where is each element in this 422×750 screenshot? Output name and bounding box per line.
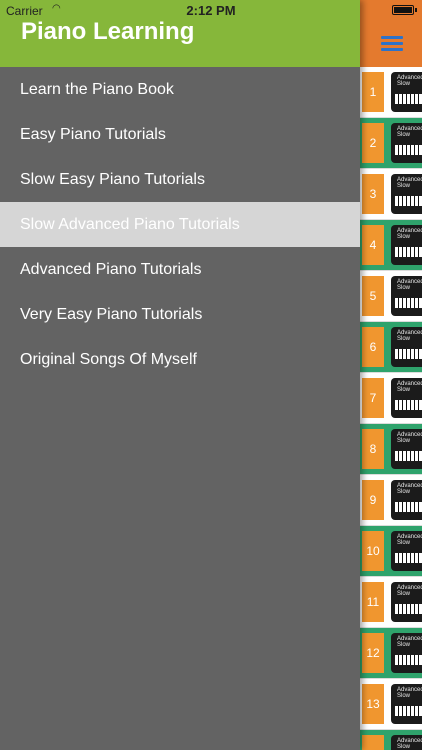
menu-item[interactable]: Slow Easy Piano Tutorials bbox=[0, 157, 360, 202]
side-menu: Piano Learning Learn the Piano Book Easy … bbox=[0, 0, 360, 750]
item-number: 10 bbox=[362, 531, 384, 571]
piano-keys-icon bbox=[395, 706, 422, 716]
piano-keys-icon bbox=[395, 553, 422, 563]
thumbnail-text: Advanced Slow bbox=[397, 279, 422, 291]
item-number: 5 bbox=[362, 276, 384, 316]
status-bar: Carrier ◠ 2:12 PM bbox=[0, 0, 422, 20]
item-number: 8 bbox=[362, 429, 384, 469]
menu-item[interactable]: Very Easy Piano Tutorials bbox=[0, 292, 360, 337]
thumbnail-text: Advanced Slow bbox=[397, 228, 422, 240]
video-thumbnail: Advanced Slow bbox=[391, 174, 422, 214]
list-item[interactable]: 11 Advanced Slow bbox=[360, 577, 422, 628]
tutorial-list: 1 Advanced Slow 2 Advanced Slow 3 Advanced Sl… bbox=[360, 67, 422, 750]
video-thumbnail: Advanced Slow bbox=[391, 378, 422, 418]
piano-keys-icon bbox=[395, 298, 422, 308]
battery-tip-icon bbox=[415, 8, 417, 12]
piano-keys-icon bbox=[395, 655, 422, 665]
menu-item-label: Slow Easy Piano Tutorials bbox=[20, 170, 205, 188]
list-item[interactable]: 6 Advanced Slow bbox=[360, 322, 422, 373]
app-title: Piano Learning bbox=[21, 18, 195, 45]
item-number: 7 bbox=[362, 378, 384, 418]
list-item[interactable]: 2 Advanced Slow bbox=[360, 118, 422, 169]
piano-keys-icon bbox=[395, 247, 422, 257]
menu-item-label: Learn the Piano Book bbox=[20, 80, 174, 98]
list-item[interactable]: 13 Advanced Slow bbox=[360, 679, 422, 730]
hamburger-menu-icon[interactable] bbox=[381, 36, 403, 52]
item-number: 11 bbox=[362, 582, 384, 622]
list-item[interactable]: 12 Advanced Slow bbox=[360, 628, 422, 679]
piano-keys-icon bbox=[395, 349, 422, 359]
item-number: 2 bbox=[362, 123, 384, 163]
thumbnail-text: Advanced Slow bbox=[397, 381, 422, 393]
thumbnail-text: Advanced Slow bbox=[397, 75, 422, 87]
menu-item[interactable]: Advanced Piano Tutorials bbox=[0, 247, 360, 292]
piano-keys-icon bbox=[395, 196, 422, 206]
item-number: 13 bbox=[362, 684, 384, 724]
item-number: 12 bbox=[362, 633, 384, 673]
item-number: 3 bbox=[362, 174, 384, 214]
list-item[interactable]: 3 Advanced Slow bbox=[360, 169, 422, 220]
list-item[interactable]: 8 Advanced Slow bbox=[360, 424, 422, 475]
thumbnail-text: Advanced Slow bbox=[397, 687, 422, 699]
menu-item[interactable]: Learn the Piano Book bbox=[0, 67, 360, 112]
thumbnail-text: Advanced Slow bbox=[397, 483, 422, 495]
item-number: 6 bbox=[362, 327, 384, 367]
menu-item-label: Original Songs Of Myself bbox=[20, 350, 197, 368]
video-thumbnail: Advanced Slow bbox=[391, 735, 422, 750]
menu-list: Learn the Piano Book Easy Piano Tutorials… bbox=[0, 67, 360, 382]
item-number: 14 bbox=[362, 735, 384, 750]
thumbnail-text: Advanced Slow bbox=[397, 534, 422, 546]
thumbnail-text: Advanced Slow bbox=[397, 636, 422, 648]
item-number: 1 bbox=[362, 72, 384, 112]
background-screen: 1 Advanced Slow 2 Advanced Slow 3 Advanced Sl… bbox=[360, 0, 422, 750]
video-thumbnail: Advanced Slow bbox=[391, 429, 422, 469]
battery-icon bbox=[392, 5, 414, 15]
list-item[interactable]: 7 Advanced Slow bbox=[360, 373, 422, 424]
video-thumbnail: Advanced Slow bbox=[391, 72, 422, 112]
menu-item-label: Advanced Piano Tutorials bbox=[20, 260, 202, 278]
piano-keys-icon bbox=[395, 604, 422, 614]
menu-item-label: Very Easy Piano Tutorials bbox=[20, 305, 203, 323]
piano-keys-icon bbox=[395, 145, 422, 155]
video-thumbnail: Advanced Slow bbox=[391, 327, 422, 367]
piano-keys-icon bbox=[395, 451, 422, 461]
menu-item-label: Easy Piano Tutorials bbox=[20, 125, 166, 143]
piano-keys-icon bbox=[395, 400, 422, 410]
thumbnail-text: Advanced Slow bbox=[397, 330, 422, 342]
video-thumbnail: Advanced Slow bbox=[391, 480, 422, 520]
thumbnail-text: Advanced Slow bbox=[397, 585, 422, 597]
video-thumbnail: Advanced Slow bbox=[391, 531, 422, 571]
list-item[interactable]: 10 Advanced Slow bbox=[360, 526, 422, 577]
list-item[interactable]: 5 Advanced Slow bbox=[360, 271, 422, 322]
status-time: 2:12 PM bbox=[186, 3, 236, 18]
video-thumbnail: Advanced Slow bbox=[391, 684, 422, 724]
piano-keys-icon bbox=[395, 94, 422, 104]
thumbnail-text: Advanced Slow bbox=[397, 126, 422, 138]
video-thumbnail: Advanced Slow bbox=[391, 123, 422, 163]
menu-item-label: Slow Advanced Piano Tutorials bbox=[20, 215, 240, 233]
list-item[interactable]: 14 Advanced Slow bbox=[360, 730, 422, 750]
list-item[interactable]: 9 Advanced Slow bbox=[360, 475, 422, 526]
item-number: 9 bbox=[362, 480, 384, 520]
video-thumbnail: Advanced Slow bbox=[391, 225, 422, 265]
video-thumbnail: Advanced Slow bbox=[391, 276, 422, 316]
item-number: 4 bbox=[362, 225, 384, 265]
menu-item[interactable]: Slow Advanced Piano Tutorials bbox=[0, 202, 360, 247]
menu-item[interactable]: Original Songs Of Myself bbox=[0, 337, 360, 382]
list-item[interactable]: 1 Advanced Slow bbox=[360, 67, 422, 118]
thumbnail-text: Advanced Slow bbox=[397, 738, 422, 750]
thumbnail-text: Advanced Slow bbox=[397, 432, 422, 444]
piano-keys-icon bbox=[395, 502, 422, 512]
list-item[interactable]: 4 Advanced Slow bbox=[360, 220, 422, 271]
menu-item[interactable]: Easy Piano Tutorials bbox=[0, 112, 360, 157]
thumbnail-text: Advanced Slow bbox=[397, 177, 422, 189]
video-thumbnail: Advanced Slow bbox=[391, 633, 422, 673]
video-thumbnail: Advanced Slow bbox=[391, 582, 422, 622]
